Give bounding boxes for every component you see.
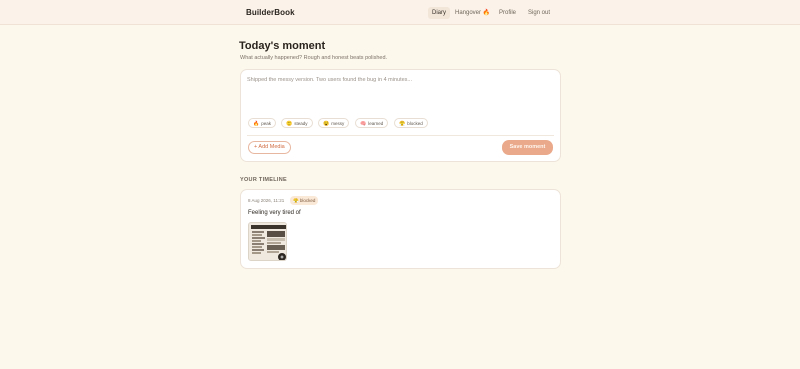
mood-chip-label: blocked [407,121,423,126]
mood-chip-label: peak [261,121,271,126]
entry-mood-label: blocked [299,198,316,203]
moment-composer: Shipped the messy version. Two users fou… [240,69,561,162]
smile-icon: 🙂 [286,121,293,127]
entry-media-thumbnail[interactable] [248,222,287,261]
nav-hangover[interactable]: Hangover 🔥 [451,7,494,19]
main-nav: Diary Hangover 🔥 Profile Sign out [0,7,800,19]
mood-chip-steady[interactable]: 🙂 steady [281,118,313,128]
top-navbar: BuilderBook Diary Hangover 🔥 Profile Sig… [0,0,800,25]
page-title: Today's moment [239,40,326,52]
mood-chip-label: messy [331,121,345,126]
fire-icon: 🔥 [253,121,260,127]
mood-chip-peak[interactable]: 🔥 peak [248,118,276,128]
nav-sign-out[interactable]: Sign out [524,7,554,19]
mood-chip-messy[interactable]: 😵 messy [318,118,350,128]
timeline-heading: YOUR TIMELINE [240,177,287,183]
brain-icon: 🧠 [360,121,367,127]
mood-chip-blocked[interactable]: 😤 blocked [394,118,428,128]
mood-chip-label: learned [368,121,384,126]
entry-text: Feeling very tired of [248,210,301,216]
nav-diary[interactable]: Diary [428,7,451,19]
entry-mood-badge: 😤 blocked [290,196,319,205]
frustrated-face-icon: 😤 [293,198,299,203]
dizzy-face-icon: 😵 [323,121,330,127]
nav-profile[interactable]: Profile [495,7,520,19]
mood-chip-learned[interactable]: 🧠 learned [355,118,389,128]
add-media-button[interactable]: + Add Media [248,141,291,154]
frustrated-face-icon: 😤 [399,121,406,127]
screenshot-thumbnail-image [249,223,286,260]
moment-text-input[interactable]: Shipped the messy version. Two users fou… [247,77,547,83]
timeline-entry[interactable]: 8 Aug 2026, 11:21 😤 blocked Feeling very… [240,189,561,269]
page-subtitle: What actually happened? Rough and honest… [240,55,388,61]
mood-chip-label: steady [294,121,308,126]
composer-divider [247,135,554,136]
save-moment-button[interactable]: Save moment [502,140,553,155]
entry-timestamp: 8 Aug 2026, 11:21 [248,198,285,203]
